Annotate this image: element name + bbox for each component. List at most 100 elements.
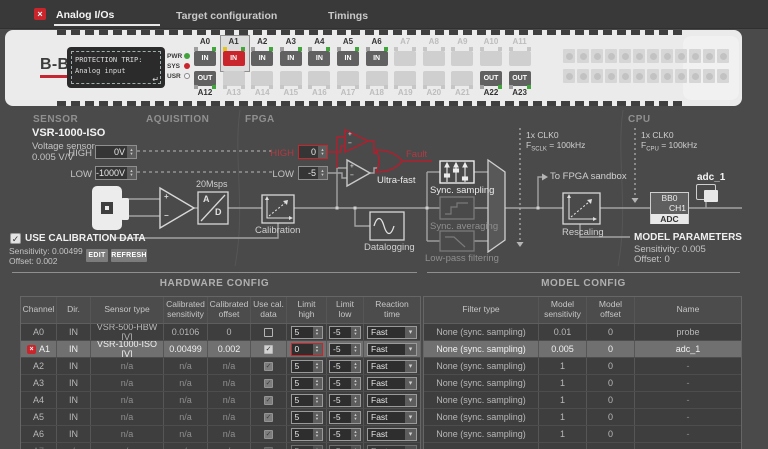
limit_low-spinner[interactable]: -5▲▼ — [329, 326, 361, 339]
limit_high-spinner[interactable]: 5▲▼ — [291, 428, 323, 441]
table-row[interactable]: None (sync. sampling)10- — [424, 426, 741, 443]
table-row[interactable]: None (sync. sampling)0.0050adc_1 — [424, 341, 741, 358]
cell-use_cal: ✓ — [251, 392, 287, 408]
tab-error-icon[interactable]: × — [34, 8, 46, 20]
use-cal-checkbox[interactable]: ✓ — [264, 430, 273, 439]
use-cal-checkbox[interactable]: ✓ — [264, 345, 273, 354]
cell-channel: A4 — [21, 392, 57, 408]
device-endcap — [683, 36, 739, 100]
channel-indicator-right — [355, 47, 359, 51]
column-header: Channel — [21, 297, 57, 323]
cell-cal_off: 0.002 — [208, 341, 251, 357]
use-cal-checkbox[interactable] — [264, 328, 273, 337]
channel-connector-A18 — [366, 71, 388, 86]
channel-connector-A23[interactable]: OUT — [509, 71, 531, 86]
connector-pad — [661, 49, 673, 63]
cell-channel: ×A1 — [21, 341, 57, 357]
use-cal-checkbox[interactable]: ✓ — [264, 413, 273, 422]
reaction-time-dropdown[interactable]: Fast▾ — [367, 394, 417, 407]
channel-connector-A4[interactable]: IN — [308, 51, 330, 66]
use-cal-checkbox[interactable]: ✓ — [264, 362, 273, 371]
limit_high-spinner[interactable]: 5▲▼ — [291, 411, 323, 424]
use-calibration-label: USE CALIBRATION DATA — [25, 233, 146, 244]
reaction-time-dropdown[interactable]: Fast▾ — [367, 343, 417, 356]
column-header: Name — [635, 297, 741, 323]
connector-pad — [577, 69, 589, 83]
reaction-time-dropdown[interactable]: Fast▾ — [367, 428, 417, 441]
lowpass-box — [440, 231, 474, 251]
table-row[interactable]: None (sync. sampling)10- — [424, 358, 741, 375]
limit_low-spinner[interactable]: -5▲▼ — [329, 343, 361, 356]
table-row[interactable]: ×A1INVSR-1000-ISO [V]0.004990.002✓0▲▼-5▲… — [21, 341, 420, 358]
table-row[interactable]: A4INn/an/an/a✓5▲▼-5▲▼Fast▾ — [21, 392, 420, 409]
limit_high-spinner[interactable]: 5▲▼ — [291, 360, 323, 373]
sensor-high-input[interactable]: 0V▲▼ — [95, 145, 137, 159]
tab-analog-ios[interactable]: Analog I/Os — [56, 9, 114, 21]
channel-indicator-right — [441, 85, 445, 89]
table-row[interactable]: None (sync. sampling)0.010probe — [424, 324, 741, 341]
table-row[interactable]: None (sync. sampling)10- — [424, 409, 741, 426]
limit_low-spinner[interactable]: -5▲▼ — [329, 428, 361, 441]
channel-connector-A1[interactable]: IN — [223, 51, 245, 66]
channel-connector-A22[interactable]: OUT — [480, 71, 502, 86]
channel-connector-A6[interactable]: IN — [366, 51, 388, 66]
channel-label-A7: A7 — [392, 37, 418, 46]
channel-connector-A5[interactable]: IN — [337, 51, 359, 66]
cell-channel: A0 — [21, 324, 57, 340]
table-row[interactable]: A0INVSR-500-HBW [V]0.010605▲▼-5▲▼Fast▾ — [21, 324, 420, 341]
tab-timings[interactable]: Timings — [328, 10, 368, 22]
tab-target-configuration[interactable]: Target configuration — [176, 10, 277, 22]
cell-reaction: Fast▾ — [364, 324, 420, 340]
rescaling-label: Rescaling — [562, 227, 604, 238]
limit_low-spinner[interactable]: -5▲▼ — [329, 377, 361, 390]
limit_low-spinner[interactable]: -5▲▼ — [329, 360, 361, 373]
limit_high-spinner[interactable]: 5▲▼ — [291, 326, 323, 339]
calibration-label: Calibration — [255, 225, 300, 236]
channel-indicator-right — [241, 85, 245, 89]
cell-model_off: 0 — [587, 392, 635, 408]
channel-connector-A12[interactable]: OUT — [194, 71, 216, 86]
pwr-led — [184, 53, 190, 59]
limit_high-spinner[interactable]: 5▲▼ — [291, 445, 323, 449]
table-row[interactable]: ---- — [424, 443, 741, 449]
table-row[interactable]: A2INn/an/an/a✓5▲▼-5▲▼Fast▾ — [21, 358, 420, 375]
limit-low-input[interactable]: -5▲▼ — [298, 166, 328, 180]
table-row[interactable]: None (sync. sampling)10- — [424, 375, 741, 392]
model-offset-text: Offset: 0 — [634, 254, 670, 265]
limit_high-spinner[interactable]: 5▲▼ — [291, 377, 323, 390]
table-row[interactable]: A3INn/an/an/a✓5▲▼-5▲▼Fast▾ — [21, 375, 420, 392]
table-row[interactable]: A5INn/an/an/a✓5▲▼-5▲▼Fast▾ — [21, 409, 420, 426]
channel-label-A4: A4 — [306, 37, 332, 46]
channel-connector-A0[interactable]: IN — [194, 51, 216, 66]
limit_low-spinner[interactable]: -5▲▼ — [329, 411, 361, 424]
refresh-button[interactable]: REFRESH — [111, 249, 147, 262]
limit_low-spinner[interactable]: -5▲▼ — [329, 445, 361, 449]
table-row[interactable]: A7n/an/an/an/a✓5▲▼-5▲▼Fast▾ — [21, 443, 420, 449]
sys-led — [184, 63, 190, 69]
reaction-time-dropdown[interactable]: Fast▾ — [367, 377, 417, 390]
sensor-low-input[interactable]: -1000V▲▼ — [95, 166, 137, 180]
comp-high-plus: + — [348, 131, 352, 138]
channel-connector-A13 — [223, 71, 245, 86]
limit_high-spinner[interactable]: 0▲▼ — [291, 343, 323, 356]
table-row[interactable]: None (sync. sampling)10- — [424, 392, 741, 409]
channel-connector-A3[interactable]: IN — [280, 51, 302, 66]
led-label: SYS — [167, 63, 180, 70]
use-cal-checkbox[interactable]: ✓ — [264, 396, 273, 405]
channel-indicator-left — [366, 85, 370, 89]
limit-high-input[interactable]: 0▲▼ — [298, 145, 328, 159]
use-calibration-checkbox[interactable]: ✓ — [10, 233, 21, 244]
table-row[interactable]: A6INn/an/an/a✓5▲▼-5▲▼Fast▾ — [21, 426, 420, 443]
limit_high-spinner[interactable]: 5▲▼ — [291, 394, 323, 407]
use-cal-checkbox[interactable]: ✓ — [264, 379, 273, 388]
edit-button[interactable]: EDIT — [86, 249, 108, 262]
cell-dir: IN — [57, 358, 91, 374]
reaction-time-dropdown[interactable]: Fast▾ — [367, 411, 417, 424]
cell-model_off: 0 — [587, 426, 635, 442]
cell-cal_off: n/a — [208, 409, 251, 425]
reaction-time-dropdown[interactable]: Fast▾ — [367, 360, 417, 373]
reaction-time-dropdown[interactable]: Fast▾ — [367, 445, 417, 449]
channel-connector-A2[interactable]: IN — [251, 51, 273, 66]
limit_low-spinner[interactable]: -5▲▼ — [329, 394, 361, 407]
reaction-time-dropdown[interactable]: Fast▾ — [367, 326, 417, 339]
